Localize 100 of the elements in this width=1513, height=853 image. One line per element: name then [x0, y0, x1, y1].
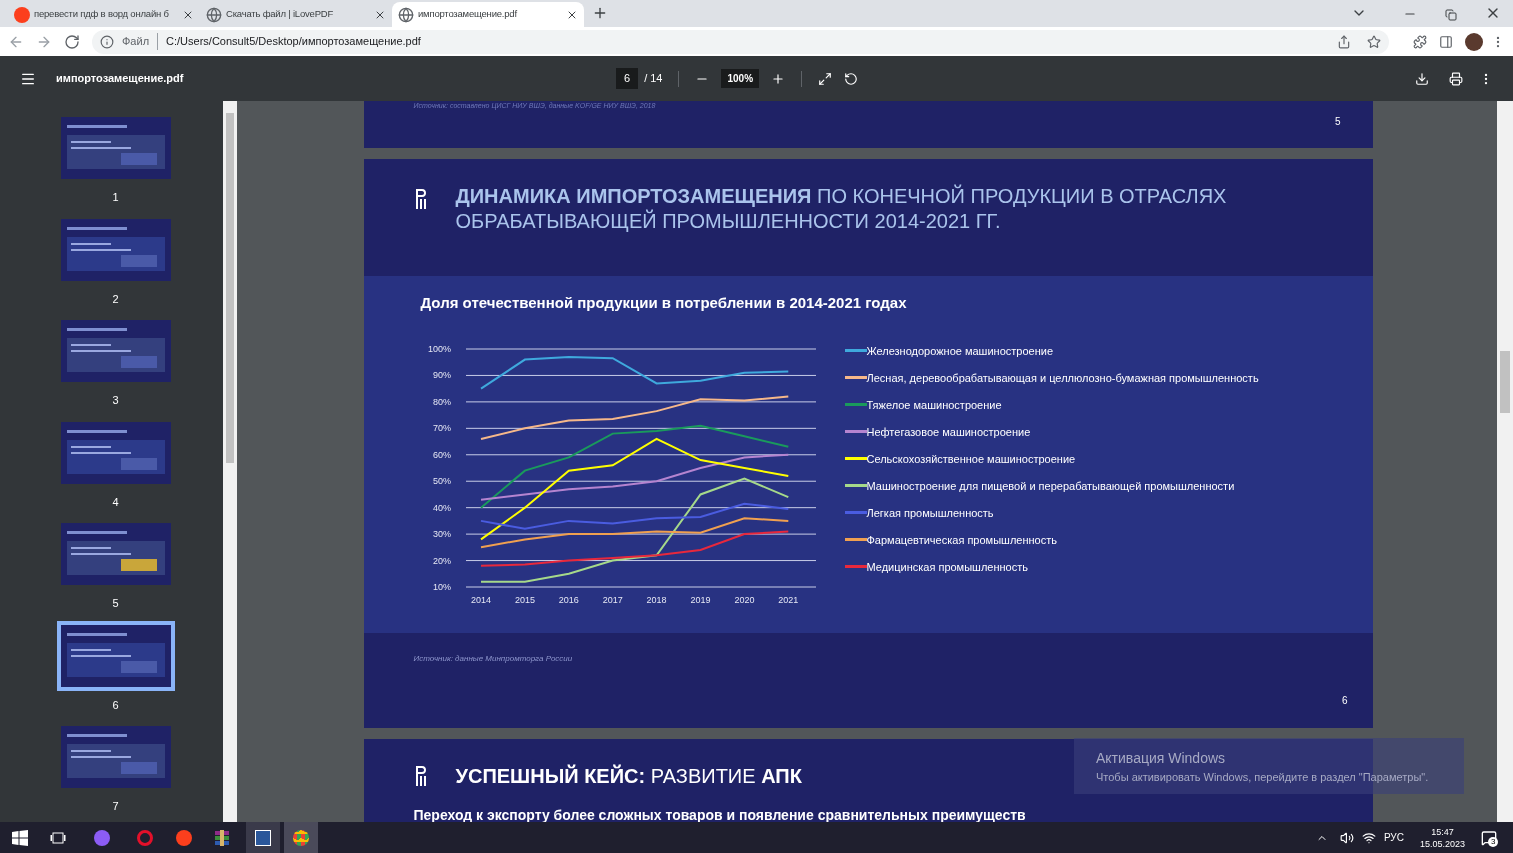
notification-count: 3	[1488, 836, 1499, 847]
logo-icon	[413, 188, 428, 210]
logo-icon	[413, 765, 428, 787]
browser-tab[interactable]: Скачать файл | iLovePDF	[200, 2, 392, 27]
legend-label: Фармацевтическая промышленность	[866, 532, 1057, 548]
axis-label: 10%	[432, 581, 451, 592]
info-icon	[100, 34, 114, 49]
tab-title: Скачать файл | iLovePDF	[226, 7, 334, 22]
legend-swatch	[844, 565, 867, 569]
side-panel-icon[interactable]	[1439, 34, 1453, 49]
bookmark-icon[interactable]	[1367, 34, 1381, 49]
clock[interactable]: 15:47 15.05.2023	[1419, 825, 1465, 850]
volume-icon[interactable]	[1339, 830, 1354, 845]
zoom-in-icon[interactable]	[771, 71, 786, 86]
legend-label: Нефтегазовое машиностроение	[866, 424, 1031, 440]
fit-page-icon[interactable]	[818, 71, 833, 86]
page-number: 5	[112, 596, 119, 611]
restore-icon[interactable]	[1445, 9, 1457, 21]
axis-label: 2015	[514, 594, 535, 605]
page-thumbnail[interactable]	[56, 620, 175, 691]
activation-title: Активация Windows	[1096, 749, 1227, 768]
extensions-icon[interactable]	[1413, 34, 1427, 49]
task-view-icon[interactable]	[50, 829, 66, 846]
page-number: 4	[112, 494, 119, 510]
zoom-input[interactable]: 100%	[721, 69, 760, 88]
file-name: импортозамещение.pdf	[56, 71, 185, 87]
download-icon[interactable]	[1415, 71, 1429, 86]
page-number: 1	[112, 190, 119, 205]
axis-label: 40%	[432, 502, 451, 513]
tab-title: перевести пдф в ворд онлайн б	[34, 7, 169, 22]
axis-label: 50%	[432, 475, 451, 486]
print-icon[interactable]	[1449, 71, 1463, 86]
reload-icon[interactable]	[64, 33, 80, 50]
browser-icon[interactable]	[137, 829, 153, 846]
slide-subtitle: Переход к экспорту более сложных товаров и появление сравнительных преимуществ	[413, 806, 1027, 822]
chrome-app-icon[interactable]	[284, 822, 318, 853]
page-total: / 14	[644, 71, 663, 87]
legend-swatch	[844, 484, 867, 488]
page-number: 6	[1341, 694, 1348, 708]
page-number: 3	[112, 393, 119, 408]
page-number: 6	[112, 697, 119, 713]
browser-tab[interactable]: импортозамещение.pdf	[392, 2, 584, 27]
page-input[interactable]: 6	[616, 68, 639, 89]
legend-label: Легкая промышленность	[866, 505, 994, 521]
legend-swatch	[844, 376, 867, 380]
legend-label: Медицинская промышленность	[866, 559, 1028, 575]
notifications-icon[interactable]	[1481, 829, 1497, 846]
axis-label: 2020	[733, 594, 754, 605]
yandex-icon	[14, 6, 30, 23]
legend-swatch	[844, 349, 867, 353]
page-number: 7	[112, 799, 119, 814]
avatar-icon[interactable]	[1465, 32, 1483, 51]
slide-title: ДИНАМИКА ИМПОРТОЗАМЕЩЕНИЯ ПО КОНЕЧНОЙ ПРОДУКЦИИ В ОТРАСЛЯХ ОБРАБАТЫВАЮЩЕЙ ПРОМЫШЛЕННОСТИ 2014-2021 ГГ.	[455, 184, 1228, 234]
legend-swatch	[844, 403, 867, 407]
axis-label: 2017	[602, 594, 623, 605]
axis-label: 2014	[470, 594, 491, 605]
legend-swatch	[844, 538, 867, 542]
axis-label: 90%	[432, 369, 451, 380]
chart-title: Доля отечественной продукции в потреблении в 2014-2021 годах	[420, 293, 908, 313]
axis-label: 30%	[432, 528, 451, 539]
axis-label: 2018	[646, 594, 667, 605]
share-icon[interactable]	[1337, 34, 1351, 49]
new-tab-icon[interactable]	[592, 5, 608, 21]
assistant-icon[interactable]	[94, 829, 110, 846]
legend-swatch	[844, 430, 867, 434]
axis-label: 20%	[432, 555, 451, 566]
clock-date: 15.05.2023	[1419, 837, 1465, 850]
legend-label: Сельскохозяйственное машиностроение	[866, 451, 1076, 467]
language-indicator[interactable]: РУС	[1383, 830, 1404, 845]
clock-time: 15:47	[1431, 825, 1454, 838]
url-text: C:/Users/Consult5/Desktop/импортозамещение.pdf	[166, 34, 421, 50]
scrollbar[interactable]	[1497, 101, 1513, 822]
legend-label: Машиностроение для пищевой и перерабатывающей промышленности	[866, 478, 1235, 494]
legend-label: Лесная, деревообрабатывающая и целлюлозно-бумажная промышленность	[866, 370, 1259, 386]
page-number: 2	[112, 291, 119, 307]
scrollbar[interactable]	[223, 101, 237, 822]
legend-swatch	[844, 511, 867, 515]
network-icon[interactable]	[1361, 830, 1376, 845]
slide-title: УСПЕШНЫЙ КЕЙС: РАЗВИТИЕ АПК	[455, 763, 802, 789]
page-number: 5	[1334, 115, 1341, 129]
axis-label: 80%	[432, 396, 451, 407]
rotate-icon[interactable]	[844, 71, 859, 86]
globe-icon	[206, 6, 222, 23]
word-app-icon[interactable]	[246, 822, 280, 853]
axis-label: 2021	[777, 594, 798, 605]
legend-label: Тяжелое машиностроение	[866, 397, 1002, 413]
legend-swatch	[844, 457, 867, 461]
browser-tab[interactable]: перевести пдф в ворд онлайн б	[8, 2, 200, 27]
windows-icon[interactable]	[12, 829, 28, 846]
archive-icon[interactable]	[214, 829, 230, 846]
tab-title: импортозамещение.pdf	[418, 7, 517, 22]
scheme-label: Файл	[122, 33, 159, 50]
address-field[interactable]: Файл C:/Users/Consult5/Desktop/импортозамещение.pdf	[92, 29, 1389, 54]
axis-label: 100%	[427, 343, 451, 354]
legend-label: Железнодорожное машиностроение	[866, 343, 1053, 359]
browser-icon[interactable]	[176, 829, 192, 846]
axis-label: 60%	[432, 449, 451, 460]
activation-text: Чтобы активировать Windows, перейдите в раздел "Параметры".	[1096, 770, 1430, 785]
axis-label: 2019	[690, 594, 710, 605]
source-note: Источник: данные Минпромторга России	[413, 653, 574, 665]
